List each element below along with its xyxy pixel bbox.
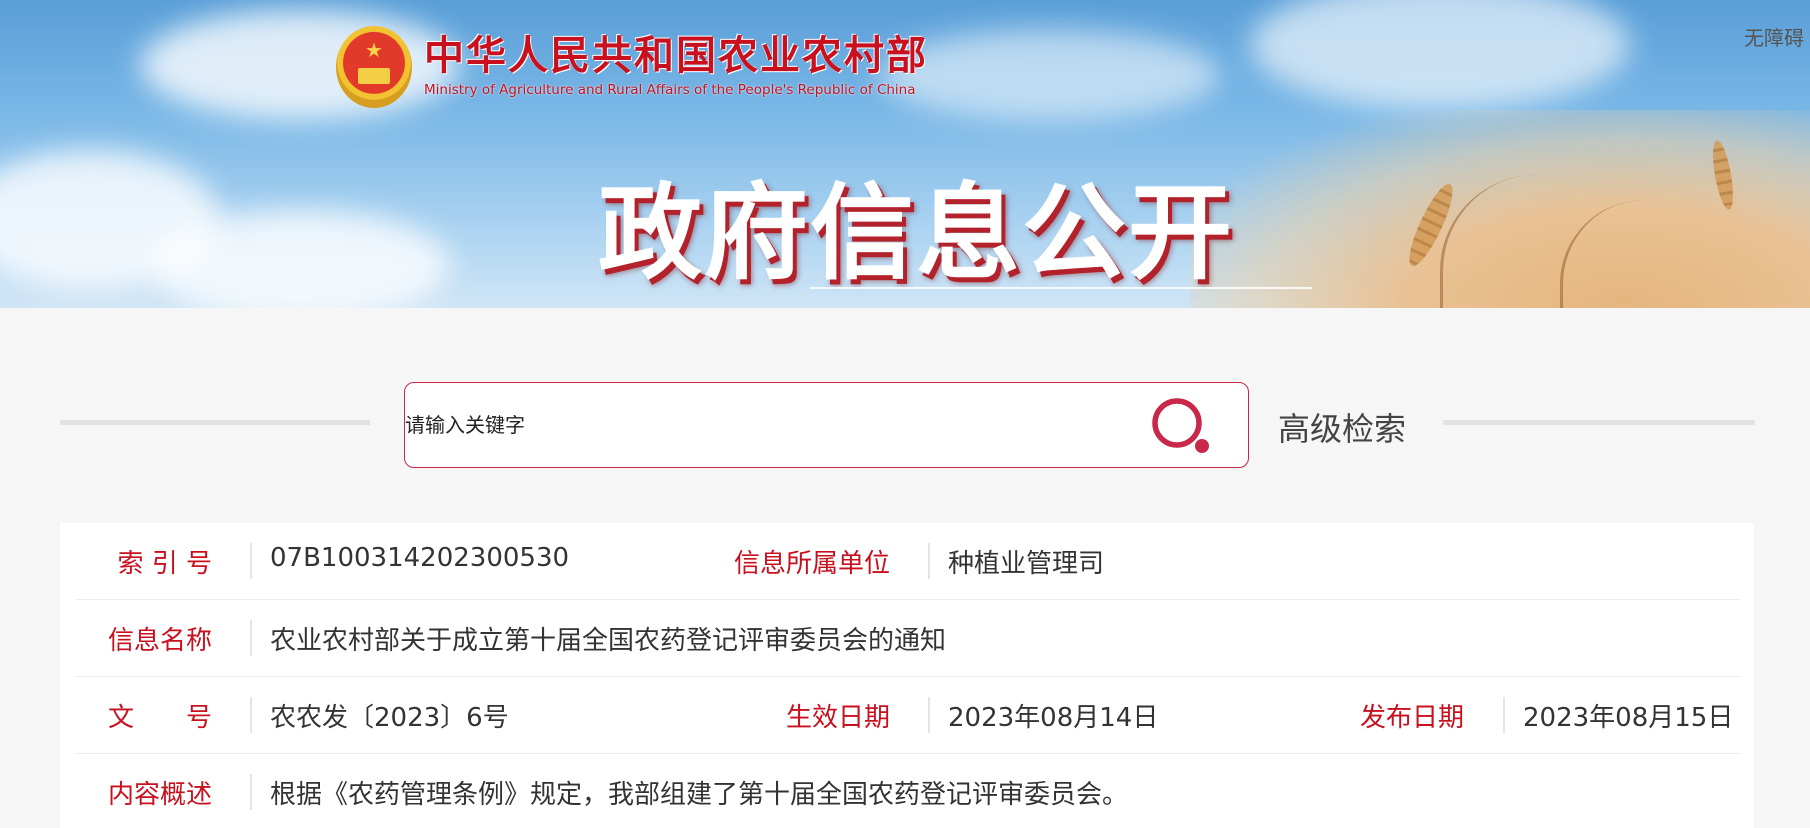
publish-date-label: 发布日期 bbox=[1359, 703, 1464, 733]
cloud-decoration bbox=[1250, 0, 1630, 110]
effective-date-label: 生效日期 bbox=[785, 703, 890, 733]
cloud-decoration bbox=[150, 210, 450, 308]
info-row-summary: 内容概述 根据《农药管理条例》规定，我部组建了第十届全国农药登记评审委员会。 bbox=[76, 754, 1740, 828]
accessibility-link[interactable]: 无障碍 bbox=[1744, 22, 1804, 51]
field-separator bbox=[928, 543, 930, 579]
national-emblem-icon bbox=[336, 26, 412, 108]
banner-title: 政府信息公开 bbox=[598, 172, 1235, 294]
owning-unit-label: 信息所属单位 bbox=[733, 549, 890, 579]
document-number-value: 农农发〔2023〕6号 bbox=[270, 703, 509, 733]
search-divider-right bbox=[1443, 420, 1755, 425]
document-info-panel: 索 引 号 07B100314202300530 信息所属单位 种植业管理司 信… bbox=[60, 523, 1754, 828]
info-row-docno: 文 号 农农发〔2023〕6号 生效日期 2023年08月14日 发布日期 20… bbox=[76, 677, 1740, 754]
ministry-logo[interactable]: 中华人民共和国农业农村部 Ministry of Agriculture and… bbox=[336, 26, 928, 108]
logo-text: 中华人民共和国农业农村部 Ministry of Agriculture and… bbox=[424, 34, 928, 100]
logo-title-cn: 中华人民共和国农业农村部 bbox=[424, 32, 928, 79]
header-banner: 无障碍 中华人民共和国农业农村部 Ministry of Agriculture… bbox=[0, 0, 1810, 308]
search-divider-left bbox=[60, 420, 370, 425]
field-separator bbox=[1503, 697, 1505, 733]
info-name-value: 农业农村部关于成立第十届全国农药登记评审委员会的通知 bbox=[270, 626, 947, 656]
field-separator bbox=[928, 697, 930, 733]
advanced-search-link[interactable]: 高级检索 bbox=[1278, 404, 1406, 450]
search-box bbox=[404, 382, 1249, 468]
publish-date-value: 2023年08月15日 bbox=[1523, 703, 1734, 733]
owning-unit-value: 种植业管理司 bbox=[948, 549, 1105, 579]
info-row-name: 信息名称 农业农村部关于成立第十届全国农药登记评审委员会的通知 bbox=[76, 600, 1740, 677]
index-number-value: 07B100314202300530 bbox=[270, 543, 570, 573]
cloud-decoration bbox=[880, 30, 1220, 120]
search-icon bbox=[1152, 398, 1209, 453]
index-number-label: 索 引 号 bbox=[117, 549, 212, 579]
field-separator bbox=[250, 620, 252, 656]
search-input[interactable] bbox=[405, 383, 1105, 467]
summary-label: 内容概述 bbox=[107, 780, 212, 810]
info-row-index: 索 引 号 07B100314202300530 信息所属单位 种植业管理司 bbox=[76, 523, 1740, 600]
effective-date-value: 2023年08月14日 bbox=[948, 703, 1159, 733]
banner-underline bbox=[810, 287, 1312, 289]
field-separator bbox=[250, 543, 252, 579]
document-number-label: 文 号 bbox=[107, 703, 212, 733]
field-separator bbox=[250, 697, 252, 733]
search-button[interactable] bbox=[1147, 393, 1217, 459]
field-separator bbox=[250, 774, 252, 810]
info-name-label: 信息名称 bbox=[107, 626, 212, 656]
logo-title-en: Ministry of Agriculture and Rural Affair… bbox=[424, 82, 916, 98]
summary-value: 根据《农药管理条例》规定，我部组建了第十届全国农药登记评审委员会。 bbox=[270, 780, 1129, 810]
